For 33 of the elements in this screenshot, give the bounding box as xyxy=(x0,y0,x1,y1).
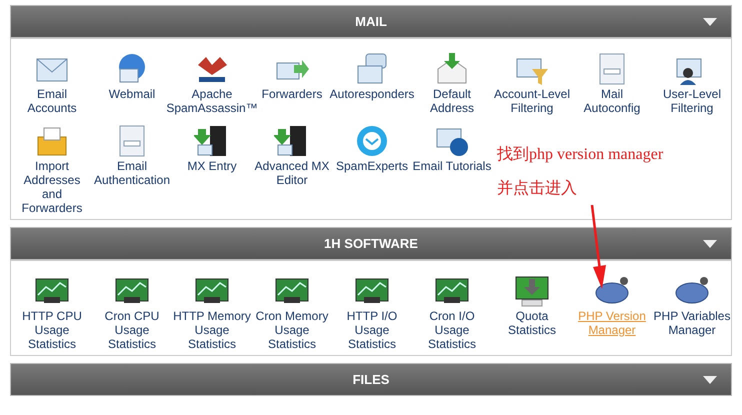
app-link[interactable]: Cron I/O Usage Statistics xyxy=(412,309,492,351)
caret-icon[interactable] xyxy=(703,18,717,26)
app-link[interactable]: Email Authentication xyxy=(92,159,172,187)
section-title: FILES xyxy=(352,370,390,389)
app-link[interactable]: User-Level Filtering xyxy=(652,87,732,115)
section-header[interactable]: MAIL xyxy=(10,5,732,38)
section-header[interactable]: 1H SOFTWARE xyxy=(10,227,732,260)
app-link[interactable]: Import Addresses and Forwarders xyxy=(12,159,92,215)
app-link[interactable]: Advanced MX Editor xyxy=(252,159,332,187)
app-link[interactable]: Mail Autoconfig xyxy=(572,87,652,115)
app-link[interactable]: HTTP CPU Usage Statistics xyxy=(12,309,92,351)
app-link[interactable]: HTTP Memory Usage Statistics xyxy=(172,309,252,351)
app-link[interactable]: Autoresponders xyxy=(330,87,414,101)
caret-icon[interactable] xyxy=(703,376,717,384)
app-link[interactable]: SpamExperts xyxy=(336,159,408,173)
section-header[interactable]: FILES xyxy=(10,363,732,396)
annotation-text: 找到php version manager xyxy=(497,144,664,165)
section-title: MAIL xyxy=(355,12,387,31)
app-link[interactable]: Quota Statistics xyxy=(492,309,572,337)
app-link[interactable]: Email Accounts xyxy=(12,87,92,115)
caret-icon[interactable] xyxy=(703,240,717,248)
app-link[interactable]: HTTP I/O Usage Statistics xyxy=(332,309,412,351)
app-link[interactable]: Cron CPU Usage Statistics xyxy=(92,309,172,351)
app-link[interactable]: MX Entry xyxy=(187,159,237,173)
app-link[interactable]: Apache SpamAssassin™ xyxy=(166,87,258,115)
app-link[interactable]: Webmail xyxy=(108,87,156,101)
section-title: 1H SOFTWARE xyxy=(324,234,418,253)
app-link[interactable]: Forwarders xyxy=(262,87,322,101)
app-link[interactable]: PHP Variables Manager xyxy=(652,309,732,337)
app-link[interactable]: Account-Level Filtering xyxy=(492,87,572,115)
app-link[interactable]: Email Tutorials xyxy=(412,159,492,173)
annotation-text: 并点击进入 xyxy=(497,178,578,199)
app-link[interactable]: Cron Memory Usage Statistics xyxy=(252,309,332,351)
